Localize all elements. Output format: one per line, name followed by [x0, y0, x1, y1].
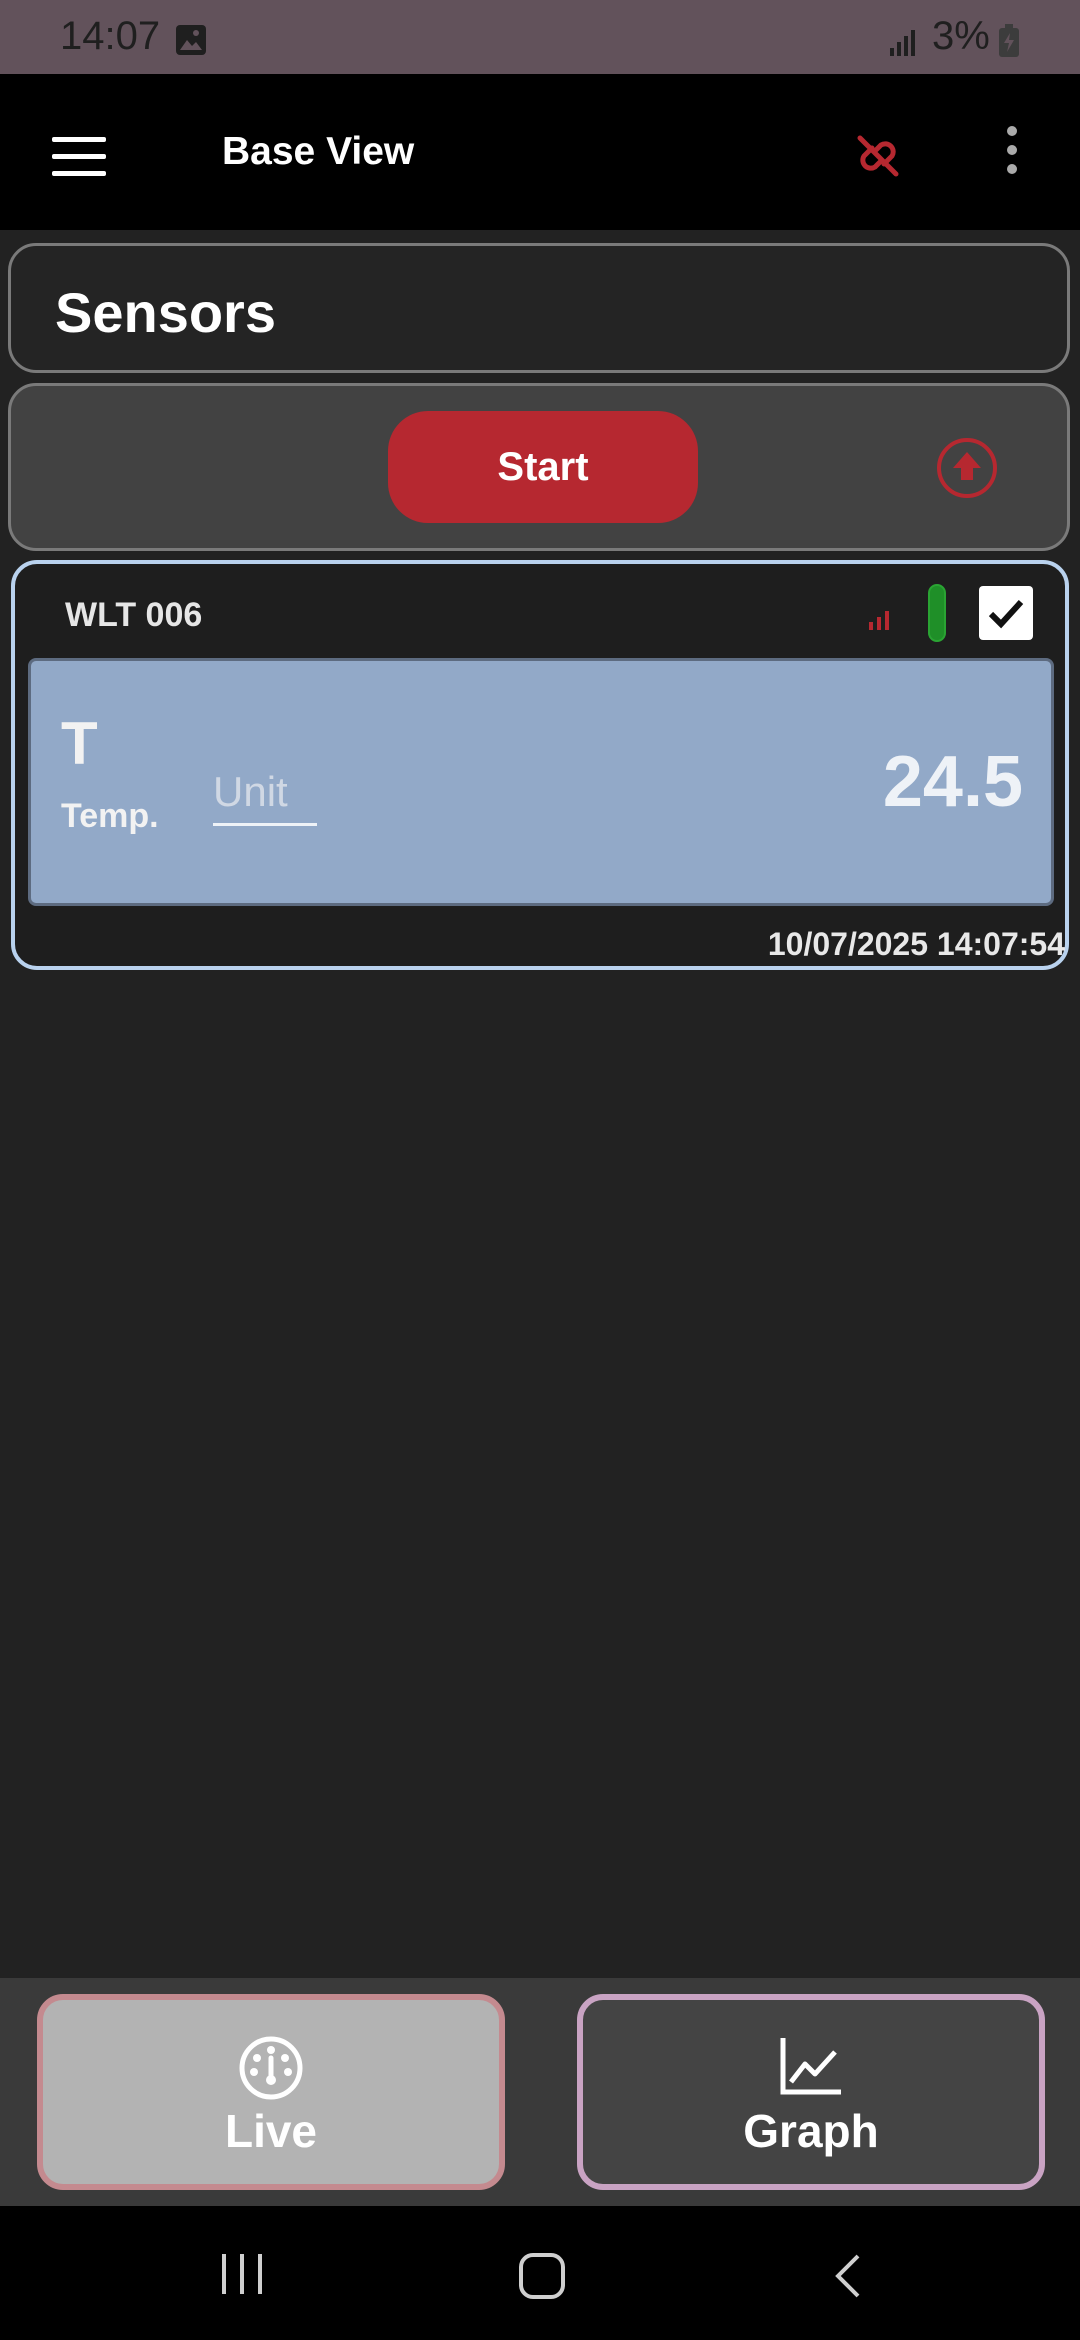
- reading-timestamp: 10/07/2025 14:07:54: [767, 926, 1065, 962]
- home-icon[interactable]: [518, 2252, 566, 2300]
- section-title: Sensors: [55, 281, 276, 344]
- battery-level-indicator: [928, 584, 946, 642]
- page-title: Base View: [222, 130, 415, 173]
- chart-line-icon: [780, 2038, 841, 2095]
- signal-strength-icon: [869, 611, 889, 630]
- upload-icon[interactable]: [936, 437, 998, 499]
- app-bar: Base View: [0, 74, 1080, 230]
- image-icon: [176, 25, 206, 55]
- reading-symbol: T: [61, 710, 98, 777]
- battery-percent: 3%: [932, 14, 990, 58]
- sensors-panel: Sensors: [8, 243, 1070, 373]
- recents-icon[interactable]: [218, 2252, 266, 2296]
- status-bar: 14:07 3%: [0, 0, 1080, 74]
- system-nav-bar: [0, 2206, 1080, 2340]
- unit-input[interactable]: [213, 761, 317, 826]
- reading-value: 24.5: [882, 742, 1023, 822]
- status-time: 14:07: [60, 14, 161, 58]
- reading-panel: T Temp. 24.5: [28, 658, 1054, 906]
- menu-icon[interactable]: [52, 137, 106, 177]
- check-icon: [988, 599, 1024, 629]
- more-vert-icon[interactable]: [1000, 126, 1024, 186]
- back-icon[interactable]: [830, 2252, 864, 2300]
- controls-panel: Start: [8, 383, 1070, 551]
- graph-tab-button[interactable]: Graph: [577, 1994, 1045, 2190]
- battery-icon: [999, 24, 1019, 57]
- start-button[interactable]: Start: [388, 411, 698, 523]
- link-off-icon[interactable]: [848, 126, 908, 186]
- bottom-nav: Live Graph: [0, 1978, 1080, 2206]
- live-tab-button[interactable]: Live: [37, 1994, 505, 2190]
- signal-icon: [890, 30, 915, 56]
- sensor-checkbox[interactable]: [979, 586, 1033, 640]
- gauge-icon: [239, 2036, 303, 2100]
- sensor-name: WLT 006: [65, 596, 203, 634]
- live-tab-label: Live: [224, 2105, 318, 2157]
- reading-quantity: Temp.: [61, 797, 159, 835]
- sensor-card[interactable]: WLT 006 T Temp. 24.5 10/07/2025 14:07:54: [11, 560, 1069, 970]
- graph-tab-label: Graph: [743, 2105, 879, 2157]
